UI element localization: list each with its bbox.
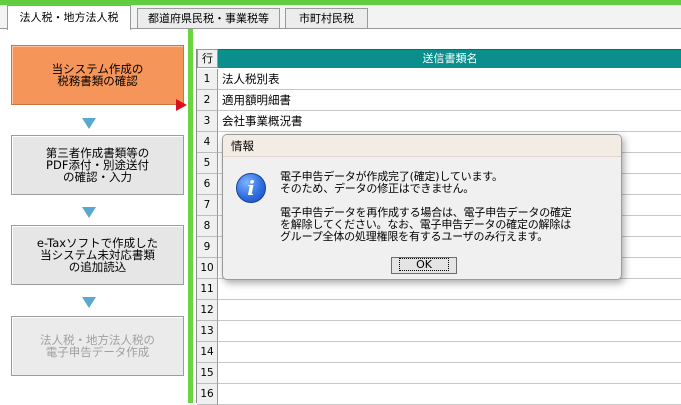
document-name-cell: 適用額明細書 (222, 93, 291, 107)
row-number: 1 (197, 69, 218, 90)
row-number: 5 (197, 153, 218, 174)
dialog-message-line: グループ全体の処理権限を有するユーザのみ行えます。 (280, 230, 549, 243)
row-number: 3 (197, 111, 218, 132)
row-number: 2 (197, 90, 218, 111)
down-arrow-icon (82, 118, 96, 129)
dialog-message-line: を解除してください。なお、電子申告データの確定の解除は (280, 218, 571, 231)
dialog-message-line: 電子申告データが作成完了(確定)しています。 (280, 170, 503, 183)
table-row[interactable]: 16 (197, 384, 681, 405)
info-icon: i (236, 173, 266, 203)
grid-header: 行 送信書類名 (197, 49, 681, 68)
step-label: e-Taxソフトで作成した 当システム未対応書類 の追加読込 (36, 236, 159, 274)
row-number: 15 (197, 363, 218, 384)
info-dialog: 情報 i 電子申告データが作成完了(確定)しています。 そのため、データの修正は… (222, 134, 622, 280)
table-row[interactable]: 11 (197, 279, 681, 300)
step-etax-import-button[interactable]: e-Taxソフトで作成した 当システム未対応書類 の追加読込 (11, 225, 184, 285)
document-name-cell: 法人税別表 (222, 72, 280, 86)
row-number: 14 (197, 342, 218, 363)
table-row[interactable]: 12 (197, 300, 681, 321)
header-document-name: 送信書類名 (218, 49, 681, 68)
step-label: 第三者作成書類等の PDF添付・別途送付 の確認・入力 (45, 146, 150, 184)
tab-corporate-tax[interactable]: 法人税・地方法人税 (7, 5, 131, 30)
current-step-arrow-icon (176, 99, 187, 111)
table-row[interactable]: 1 法人税別表 (197, 69, 681, 90)
row-number: 4 (197, 132, 218, 153)
row-number: 10 (197, 258, 218, 279)
ok-label: OK (399, 258, 449, 271)
tab-municipal-tax[interactable]: 市町村民税 (285, 8, 368, 29)
tab-prefectural-tax[interactable]: 都道府県民税・事業税等 (137, 8, 280, 29)
row-number: 12 (197, 300, 218, 321)
header-row-number: 行 (197, 49, 218, 68)
step-label: 当システム作成の 税務書類の確認 (51, 62, 144, 88)
dialog-title: 情報 (223, 135, 621, 157)
dialog-message-line: 電子申告データを再作成する場合は、電子申告データの確定 (280, 206, 572, 219)
table-row[interactable]: 15 (197, 363, 681, 384)
panel-edge (188, 29, 193, 403)
step-label: 法人税・地方法人税の 電子申告データ作成 (40, 333, 155, 359)
step-create-edata-button: 法人税・地方法人税の 電子申告データ作成 (11, 316, 184, 376)
table-row[interactable]: 3 会社事業概況書 (197, 111, 681, 132)
step-pdf-attach-button[interactable]: 第三者作成書類等の PDF添付・別途送付 の確認・入力 (11, 135, 184, 195)
row-number: 7 (197, 195, 218, 216)
tab-bar: 法人税・地方法人税 都道府県民税・事業税等 市町村民税 (0, 5, 681, 30)
down-arrow-icon (82, 297, 96, 308)
ok-button[interactable]: OK (391, 257, 457, 274)
row-number: 8 (197, 216, 218, 237)
document-name-cell: 会社事業概況書 (222, 114, 303, 128)
row-number: 13 (197, 321, 218, 342)
row-number: 16 (197, 384, 218, 405)
dialog-message-line: そのため、データの修正はできません。 (280, 182, 475, 195)
table-row[interactable]: 2 適用額明細書 (197, 90, 681, 111)
step-check-documents-button[interactable]: 当システム作成の 税務書類の確認 (11, 45, 184, 105)
row-number: 11 (197, 279, 218, 300)
row-number: 9 (197, 237, 218, 258)
down-arrow-icon (82, 207, 96, 218)
table-row[interactable]: 14 (197, 342, 681, 363)
table-row[interactable]: 13 (197, 321, 681, 342)
row-number: 6 (197, 174, 218, 195)
step-panel: 当システム作成の 税務書類の確認 第三者作成書類等の PDF添付・別途送付 の確… (0, 29, 193, 403)
